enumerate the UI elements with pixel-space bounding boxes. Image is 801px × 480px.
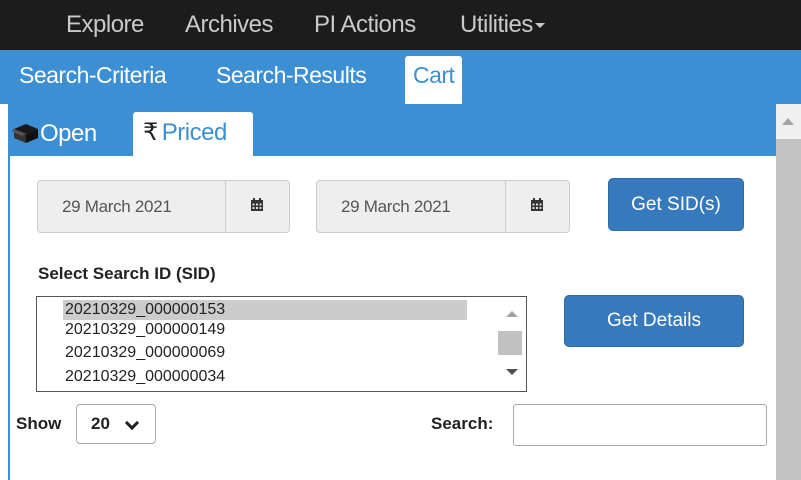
nav-explore[interactable]: Explore [66,11,144,39]
from-calendar-button[interactable] [225,181,289,232]
scroll-down-arrow-icon[interactable] [506,369,518,375]
tab-priced[interactable]: ₹ Priced [133,112,253,156]
sid-option[interactable]: 20210329_000000149 [65,320,225,340]
get-details-button[interactable]: Get Details [564,295,744,347]
tab-open-label: Open [40,120,97,147]
from-date-input[interactable]: 29 March 2021 [38,181,172,232]
search-label: Search: [431,414,494,433]
search-input[interactable] [513,404,767,446]
sid-option[interactable]: 20210329_000000153 [63,300,467,320]
show-entries-label: Show [16,414,62,433]
calendar-icon [531,198,543,211]
show-entries-value: 20 [91,414,110,433]
sid-listbox[interactable]: 20210329_000000153 20210329_000000149 20… [36,296,527,392]
nav-pi-actions[interactable]: PI Actions [314,11,416,39]
to-date-input[interactable]: 29 March 2021 [317,181,451,232]
tab-search-results[interactable]: Search-Results [216,62,367,89]
scroll-thumb[interactable] [776,139,801,480]
tab-cart[interactable]: Cart [405,56,463,104]
sid-select-label: Select Search ID (SID) [38,264,216,283]
nav-archives[interactable]: Archives [185,11,274,39]
box-icon [11,124,38,143]
tab-open[interactable]: Open [11,112,97,156]
tab-search-criteria[interactable]: Search-Criteria [19,62,167,89]
sid-option[interactable]: 20210329_000000034 [65,367,225,387]
tab-priced-label: Priced [161,119,228,146]
chevron-down-icon [124,415,140,431]
nav-utilities-dropdown[interactable]: Utilities [460,11,545,39]
calendar-icon [251,198,263,211]
scroll-up-arrow-icon[interactable] [782,118,794,125]
top-navbar: Explore Archives PI Actions Utilities [0,0,801,50]
get-sids-button[interactable]: Get SID(s) [608,178,744,231]
to-date-picker[interactable]: 29 March 2021 [316,180,570,233]
to-calendar-button[interactable] [505,181,569,232]
main-tab-bar: Search-Criteria Search-Results Cart [0,50,801,104]
sid-list-scrollbar[interactable] [496,297,526,391]
rupee-icon: ₹ [143,119,158,146]
show-entries-select[interactable]: 20 [76,404,156,444]
nav-utilities-label: Utilities [460,11,533,38]
sid-list-scroll-thumb[interactable] [498,331,522,355]
caret-down-icon [534,23,545,29]
scroll-up-arrow-icon[interactable] [506,311,518,317]
cart-sub-tab-bar: Open ₹ Priced [8,104,776,156]
from-date-picker[interactable]: 29 March 2021 [37,180,290,233]
page-scrollbar[interactable] [776,104,801,480]
sid-option[interactable]: 20210329_000000069 [65,343,225,363]
